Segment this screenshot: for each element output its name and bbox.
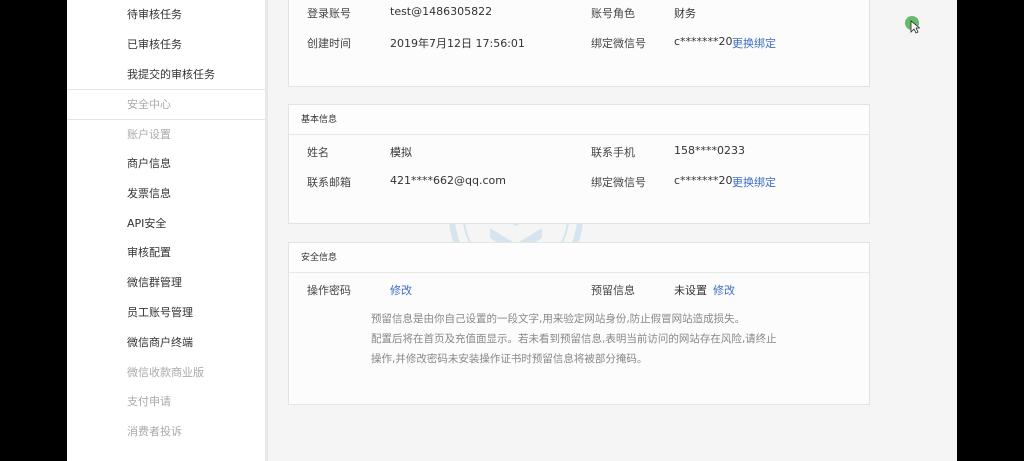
sidebar-item: 安全中心 (67, 89, 265, 119)
sidebar-item[interactable]: 支付申请 (67, 387, 265, 417)
contact-phone-value: 158****0233 (674, 144, 745, 157)
sidebar-item[interactable]: 我提交的审核任务 (67, 60, 265, 90)
sidebar-item[interactable]: 微信商户终端 (67, 328, 265, 358)
sidebar-item[interactable]: 发票信息 (67, 179, 265, 209)
sidebar-item[interactable]: API安全 (67, 209, 265, 239)
login-account-label: 登录账号 (307, 7, 351, 20)
contact-email-value: 421****662@qq.com (390, 174, 506, 187)
created-time-value: 2019年7月12日 17:56:01 (390, 37, 525, 50)
basic-change-binding-link[interactable]: 更换绑定 (732, 174, 776, 190)
sidebar-item[interactable]: 微信收款商业版 (67, 358, 265, 388)
app-screen: 待审核任务 已审核任务 我提交的审核任务 安全中心 账户设置 商户信息 发票信息 API安全审… (67, 0, 957, 461)
created-time-label: 创建时间 (307, 37, 351, 50)
sidebar-item: 账户设置 (67, 119, 265, 149)
bound-wechat-label: 绑定微信号 (591, 37, 646, 50)
basic-info-panel: 基本信息 姓名 模拟 联系手机 158****0233 联系邮箱 421****… (288, 104, 870, 224)
bound-wechat-value: c*******20 (674, 35, 733, 48)
operation-password-label: 操作密码 (307, 284, 351, 297)
security-info-panel: 安全信息 操作密码 修改 预留信息 未设置 修改 预留信息是由你自己设置的一段文… (288, 242, 870, 405)
note-line: 操作,并修改密码未安装操作证书时预留信息将被部分掩码。 (371, 353, 648, 365)
sidebar-item[interactable]: 待审核任务 (67, 0, 265, 30)
contact-phone-label: 联系手机 (591, 146, 635, 159)
sidebar-item[interactable]: 消费者投诉 (67, 417, 265, 447)
reserved-info-label: 预留信息 (591, 284, 635, 297)
sidebar: 待审核任务 已审核任务 我提交的审核任务 安全中心 账户设置 商户信息 发票信息 API安全审… (67, 0, 265, 461)
name-label: 姓名 (307, 146, 329, 159)
sidebar-item[interactable]: 审核配置 (67, 238, 265, 268)
security-info-title: 安全信息 (289, 243, 869, 273)
sidebar-item[interactable]: 已审核任务 (67, 30, 265, 60)
reserved-info-value: 未设置 (674, 284, 707, 297)
contact-email-label: 联系邮箱 (307, 176, 351, 189)
reserved-info-note: 预留信息是由你自己设置的一段文字,用来验定网站身份,防止假冒网站造成损失。 配置… (371, 309, 791, 369)
sidebar-item[interactable]: 员工账号管理 (67, 298, 265, 328)
basic-bound-wechat-label: 绑定微信号 (591, 176, 646, 189)
basic-bound-wechat-value: c*******20 (674, 174, 733, 187)
account-role-value: 财务 (674, 7, 696, 20)
name-value: 模拟 (390, 146, 412, 159)
mouse-pointer-icon (910, 20, 920, 34)
change-binding-link[interactable]: 更换绑定 (732, 35, 776, 51)
sidebar-nav: 待审核任务 已审核任务 我提交的审核任务 安全中心 账户设置 商户信息 发票信息 API安全审… (67, 0, 265, 447)
modify-reserved-info-link[interactable]: 修改 (713, 282, 735, 298)
note-line: 预留信息是由你自己设置的一段文字,用来验定网站身份,防止假冒网站造成损失。 (371, 313, 746, 325)
account-role-label: 账号角色 (591, 7, 635, 20)
login-account-value: test@1486305822 (390, 5, 493, 18)
modify-password-link[interactable]: 修改 (390, 282, 412, 298)
basic-info-title: 基本信息 (289, 105, 869, 135)
account-info-panel: 登录账号 test@1486305822 账号角色 财务 创建时间 2019年7… (288, 0, 870, 87)
sidebar-scrollbar[interactable] (265, 0, 268, 461)
sidebar-item[interactable]: 微信群管理 (67, 268, 265, 298)
note-line: 配置后将在首页及充值面显示。若未看到预留信息,表明当前访问的网站存在风险,请终止 (371, 333, 777, 345)
sidebar-item[interactable]: 商户信息 (67, 149, 265, 179)
